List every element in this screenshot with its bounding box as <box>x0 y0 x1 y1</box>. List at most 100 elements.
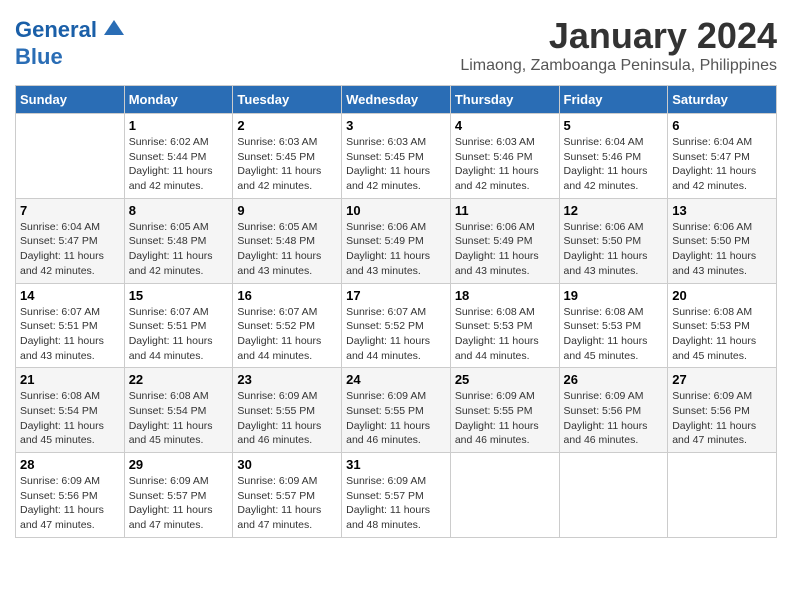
day-info: Sunrise: 6:06 AM Sunset: 5:49 PM Dayligh… <box>346 220 446 279</box>
day-number: 6 <box>672 118 772 133</box>
day-info: Sunrise: 6:04 AM Sunset: 5:46 PM Dayligh… <box>564 135 664 194</box>
logo: General Blue <box>15 15 129 69</box>
day-info: Sunrise: 6:09 AM Sunset: 5:56 PM Dayligh… <box>564 389 664 448</box>
day-number: 19 <box>564 288 664 303</box>
calendar-cell: 30 Sunrise: 6:09 AM Sunset: 5:57 PM Dayli… <box>233 453 342 538</box>
calendar-cell: 14Sunrise: 6:07 AM Sunset: 5:51 PM Dayli… <box>16 283 125 368</box>
header-saturday: Saturday <box>668 86 777 114</box>
day-info: Sunrise: 6:09 AM Sunset: 5:57 PM Dayligh… <box>346 474 446 533</box>
day-number: 8 <box>129 203 229 218</box>
day-info: Sunrise: 6:07 AM Sunset: 5:52 PM Dayligh… <box>237 305 337 364</box>
day-number: 13 <box>672 203 772 218</box>
day-info: Sunrise: 6:05 AM Sunset: 5:48 PM Dayligh… <box>237 220 337 279</box>
day-number: 25 <box>455 372 555 387</box>
header-thursday: Thursday <box>450 86 559 114</box>
calendar-cell <box>559 453 668 538</box>
calendar-cell: 20 Sunrise: 6:08 AM Sunset: 5:53 PM Dayli… <box>668 283 777 368</box>
day-info: Sunrise: 6:06 AM Sunset: 5:49 PM Dayligh… <box>455 220 555 279</box>
page-header: General Blue January 2024 Limaong, Zambo… <box>15 15 777 75</box>
header-sunday: Sunday <box>16 86 125 114</box>
calendar-cell <box>668 453 777 538</box>
calendar-cell: 19 Sunrise: 6:08 AM Sunset: 5:53 PM Dayli… <box>559 283 668 368</box>
calendar-cell: 7 Sunrise: 6:04 AM Sunset: 5:47 PM Daylig… <box>16 198 125 283</box>
calendar-cell: 13 Sunrise: 6:06 AM Sunset: 5:50 PM Dayli… <box>668 198 777 283</box>
day-number: 11 <box>455 203 555 218</box>
day-info: Sunrise: 6:09 AM Sunset: 5:55 PM Dayligh… <box>237 389 337 448</box>
calendar-cell <box>16 114 125 199</box>
header-monday: Monday <box>124 86 233 114</box>
header-friday: Friday <box>559 86 668 114</box>
day-number: 28 <box>20 457 120 472</box>
calendar-cell: 9 Sunrise: 6:05 AM Sunset: 5:48 PM Daylig… <box>233 198 342 283</box>
day-number: 12 <box>564 203 664 218</box>
day-number: 30 <box>237 457 337 472</box>
week-row-1: 1Sunrise: 6:02 AM Sunset: 5:44 PM Daylig… <box>16 114 777 199</box>
logo-text-blue: Blue <box>15 45 63 69</box>
day-number: 21 <box>20 372 120 387</box>
day-info: Sunrise: 6:06 AM Sunset: 5:50 PM Dayligh… <box>564 220 664 279</box>
day-number: 26 <box>564 372 664 387</box>
day-number: 20 <box>672 288 772 303</box>
day-number: 1 <box>129 118 229 133</box>
calendar-cell: 10 Sunrise: 6:06 AM Sunset: 5:49 PM Dayli… <box>342 198 451 283</box>
day-info: Sunrise: 6:09 AM Sunset: 5:56 PM Dayligh… <box>672 389 772 448</box>
day-info: Sunrise: 6:05 AM Sunset: 5:48 PM Dayligh… <box>129 220 229 279</box>
day-info: Sunrise: 6:03 AM Sunset: 5:45 PM Dayligh… <box>237 135 337 194</box>
calendar-cell: 1Sunrise: 6:02 AM Sunset: 5:44 PM Daylig… <box>124 114 233 199</box>
calendar-cell: 5 Sunrise: 6:04 AM Sunset: 5:46 PM Daylig… <box>559 114 668 199</box>
calendar-cell: 23Sunrise: 6:09 AM Sunset: 5:55 PM Dayli… <box>233 368 342 453</box>
calendar-cell: 24Sunrise: 6:09 AM Sunset: 5:55 PM Dayli… <box>342 368 451 453</box>
day-number: 17 <box>346 288 446 303</box>
calendar-cell: 11 Sunrise: 6:06 AM Sunset: 5:49 PM Dayli… <box>450 198 559 283</box>
day-info: Sunrise: 6:08 AM Sunset: 5:53 PM Dayligh… <box>672 305 772 364</box>
calendar-cell: 25 Sunrise: 6:09 AM Sunset: 5:55 PM Dayli… <box>450 368 559 453</box>
calendar-cell: 27Sunrise: 6:09 AM Sunset: 5:56 PM Dayli… <box>668 368 777 453</box>
calendar-cell: 29Sunrise: 6:09 AM Sunset: 5:57 PM Dayli… <box>124 453 233 538</box>
week-row-5: 28 Sunrise: 6:09 AM Sunset: 5:56 PM Dayli… <box>16 453 777 538</box>
calendar-cell: 8 Sunrise: 6:05 AM Sunset: 5:48 PM Daylig… <box>124 198 233 283</box>
day-info: Sunrise: 6:06 AM Sunset: 5:50 PM Dayligh… <box>672 220 772 279</box>
day-info: Sunrise: 6:03 AM Sunset: 5:45 PM Dayligh… <box>346 135 446 194</box>
calendar-cell: 28 Sunrise: 6:09 AM Sunset: 5:56 PM Dayli… <box>16 453 125 538</box>
day-number: 29 <box>129 457 229 472</box>
day-number: 9 <box>237 203 337 218</box>
calendar-cell: 18 Sunrise: 6:08 AM Sunset: 5:53 PM Dayli… <box>450 283 559 368</box>
day-number: 2 <box>237 118 337 133</box>
subtitle: Limaong, Zamboanga Peninsula, Philippine… <box>460 57 777 75</box>
calendar-cell: 4 Sunrise: 6:03 AM Sunset: 5:46 PM Daylig… <box>450 114 559 199</box>
header-wednesday: Wednesday <box>342 86 451 114</box>
calendar-cell: 2 Sunrise: 6:03 AM Sunset: 5:45 PM Daylig… <box>233 114 342 199</box>
logo-text: General <box>15 18 97 42</box>
week-row-2: 7 Sunrise: 6:04 AM Sunset: 5:47 PM Daylig… <box>16 198 777 283</box>
week-row-3: 14Sunrise: 6:07 AM Sunset: 5:51 PM Dayli… <box>16 283 777 368</box>
day-info: Sunrise: 6:09 AM Sunset: 5:55 PM Dayligh… <box>455 389 555 448</box>
day-info: Sunrise: 6:09 AM Sunset: 5:56 PM Dayligh… <box>20 474 120 533</box>
calendar-table: SundayMondayTuesdayWednesdayThursdayFrid… <box>15 85 777 538</box>
calendar-cell: 31 Sunrise: 6:09 AM Sunset: 5:57 PM Dayli… <box>342 453 451 538</box>
calendar-cell: 26 Sunrise: 6:09 AM Sunset: 5:56 PM Dayli… <box>559 368 668 453</box>
calendar-cell: 17Sunrise: 6:07 AM Sunset: 5:52 PM Dayli… <box>342 283 451 368</box>
day-info: Sunrise: 6:04 AM Sunset: 5:47 PM Dayligh… <box>20 220 120 279</box>
day-info: Sunrise: 6:08 AM Sunset: 5:54 PM Dayligh… <box>129 389 229 448</box>
day-number: 4 <box>455 118 555 133</box>
day-number: 5 <box>564 118 664 133</box>
main-title: January 2024 <box>460 15 777 57</box>
day-info: Sunrise: 6:07 AM Sunset: 5:51 PM Dayligh… <box>20 305 120 364</box>
day-info: Sunrise: 6:09 AM Sunset: 5:55 PM Dayligh… <box>346 389 446 448</box>
day-number: 22 <box>129 372 229 387</box>
calendar-cell: 3 Sunrise: 6:03 AM Sunset: 5:45 PM Daylig… <box>342 114 451 199</box>
day-info: Sunrise: 6:08 AM Sunset: 5:53 PM Dayligh… <box>564 305 664 364</box>
day-number: 3 <box>346 118 446 133</box>
day-info: Sunrise: 6:04 AM Sunset: 5:47 PM Dayligh… <box>672 135 772 194</box>
day-number: 10 <box>346 203 446 218</box>
calendar-cell: 15Sunrise: 6:07 AM Sunset: 5:51 PM Dayli… <box>124 283 233 368</box>
calendar-cell: 6 Sunrise: 6:04 AM Sunset: 5:47 PM Daylig… <box>668 114 777 199</box>
day-number: 31 <box>346 457 446 472</box>
day-number: 18 <box>455 288 555 303</box>
day-info: Sunrise: 6:03 AM Sunset: 5:46 PM Dayligh… <box>455 135 555 194</box>
day-info: Sunrise: 6:08 AM Sunset: 5:53 PM Dayligh… <box>455 305 555 364</box>
day-info: Sunrise: 6:09 AM Sunset: 5:57 PM Dayligh… <box>237 474 337 533</box>
day-number: 7 <box>20 203 120 218</box>
week-row-4: 21 Sunrise: 6:08 AM Sunset: 5:54 PM Dayli… <box>16 368 777 453</box>
calendar-cell <box>450 453 559 538</box>
